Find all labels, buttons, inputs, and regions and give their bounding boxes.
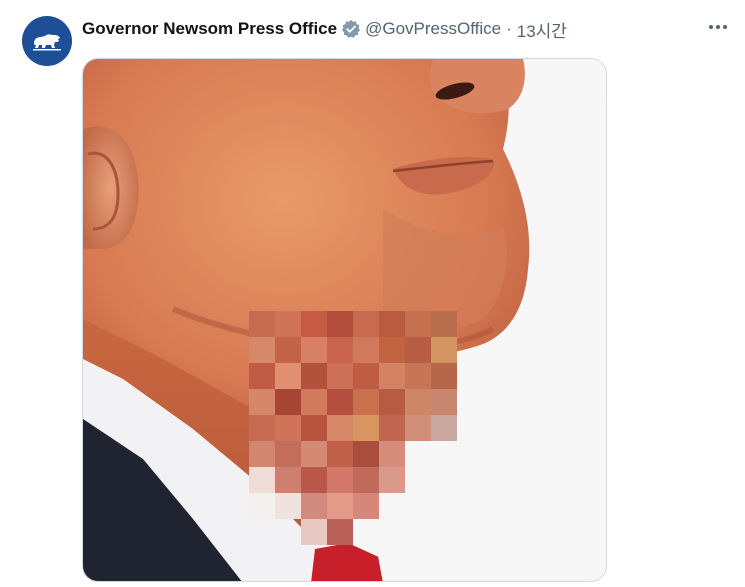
more-options-button[interactable]	[703, 14, 733, 40]
tweet-photo[interactable]	[82, 58, 607, 582]
tweet[interactable]: Governor Newsom Press Office @GovPressOf…	[0, 0, 745, 587]
author-handle[interactable]: @GovPressOffice	[365, 19, 501, 39]
tweet-timestamp[interactable]: 13시간	[517, 17, 567, 42]
tweet-header: Governor Newsom Press Office @GovPressOf…	[82, 17, 567, 41]
photo-image	[83, 59, 606, 581]
california-bear-icon	[33, 34, 61, 51]
author-display-name[interactable]: Governor Newsom Press Office	[82, 19, 337, 39]
avatar[interactable]	[22, 16, 72, 66]
separator-dot: ·	[506, 19, 512, 38]
more-options-icon	[709, 25, 727, 29]
verified-badge-icon	[341, 19, 361, 39]
